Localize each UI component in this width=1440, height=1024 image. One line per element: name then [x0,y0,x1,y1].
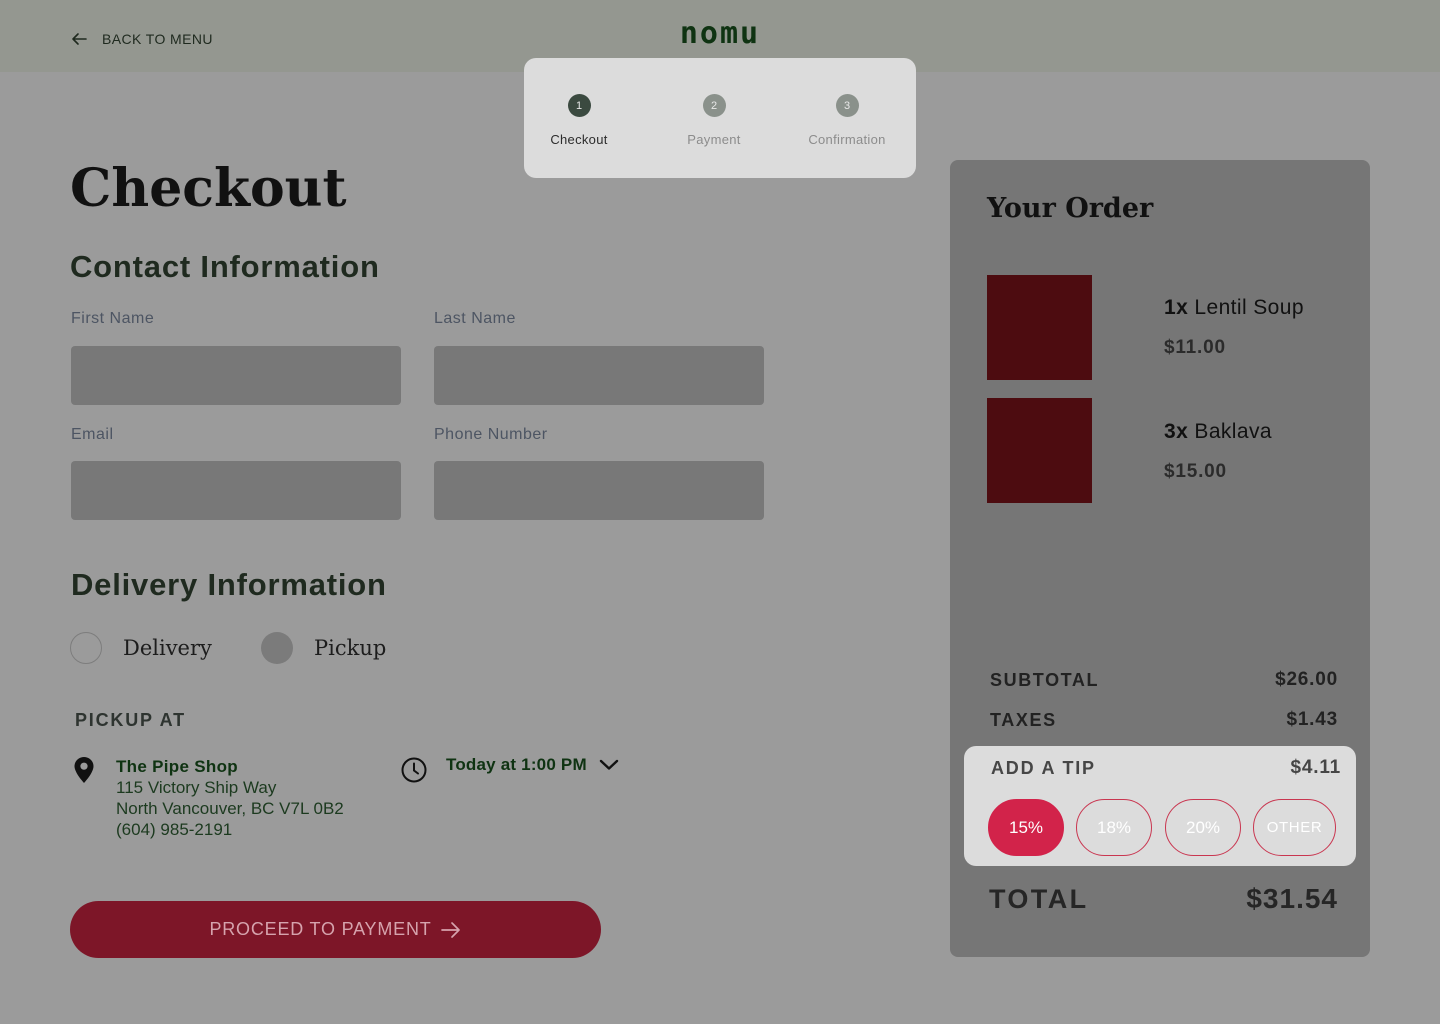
last-name-label: Last Name [434,310,516,327]
tip-option-15[interactable]: 15% [988,799,1064,856]
pickup-option-label: Pickup [314,636,387,660]
tip-option-20[interactable]: 20% [1165,799,1241,856]
subtotal-label: SUBTOTAL [990,670,1100,690]
tip-option-other[interactable]: OTHER [1253,799,1336,856]
delivery-information-heading: Delivery Information [71,567,387,602]
order-item-name: 3x Baklava [1164,420,1272,444]
step-number: 1 [567,94,591,117]
proceed-to-payment-button[interactable]: PROCEED TO PAYMENT [70,901,601,958]
page-title: Checkout [70,158,347,219]
item-image [987,398,1092,503]
contact-information-heading: Contact Information [70,249,380,284]
item-quantity: 1x [1164,296,1189,319]
step-label: Payment [687,132,741,147]
arrow-right-icon [440,921,460,938]
step-payment: 2 Payment [654,94,774,147]
pickup-location: The Pipe Shop 115 Victory Ship Way North… [116,756,344,840]
taxes-value: $1.43 [1286,709,1338,730]
proceed-label: PROCEED TO PAYMENT [209,919,432,939]
order-item-price: $15.00 [1164,461,1227,482]
taxes-label: TAXES [990,710,1057,730]
step-number: 2 [702,94,726,117]
email-label: Email [71,426,114,443]
checkout-stepper: 1 Checkout 2 Payment 3 Confirmation [524,58,916,178]
subtotal-value: $26.00 [1275,669,1338,690]
your-order-heading: Your Order [987,193,1154,224]
step-checkout: 1 Checkout [519,94,639,147]
shop-address-line2: North Vancouver, BC V7L 0B2 [116,799,344,818]
phone-number-label: Phone Number [434,426,548,443]
chevron-down-icon [599,759,619,770]
total-label: TOTAL [989,884,1089,914]
order-item-price: $11.00 [1164,337,1226,358]
tip-card: ADD A TIP $4.11 15% 18% 20% OTHER [964,746,1356,866]
order-item-name: 1x Lentil Soup [1164,296,1304,320]
step-confirmation: 3 Confirmation [787,94,907,147]
pickup-time-select[interactable]: Today at 1:00 PM [446,755,619,775]
phone-number-input[interactable] [434,461,764,520]
item-title: Baklava [1194,420,1272,443]
delivery-radio[interactable] [70,632,102,664]
delivery-option[interactable]: Delivery [70,632,212,664]
pickup-option[interactable]: Pickup [261,632,386,664]
email-input[interactable] [71,461,401,520]
delivery-option-label: Delivery [123,636,212,660]
shop-phone: (604) 985-2191 [116,820,233,839]
clock-icon [401,757,427,783]
last-name-input[interactable] [434,346,764,405]
step-label: Checkout [550,132,608,147]
pickup-time-value: Today at 1:00 PM [446,755,587,774]
item-title: Lentil Soup [1194,296,1304,319]
tip-option-18[interactable]: 18% [1076,799,1152,856]
item-image [987,275,1092,380]
shop-name: The Pipe Shop [116,757,238,776]
shop-address-line1: 115 Victory Ship Way [116,778,277,797]
first-name-input[interactable] [71,346,401,405]
pickup-at-heading: PICKUP AT [75,710,186,730]
first-name-label: First Name [71,310,155,327]
add-a-tip-label: ADD A TIP [991,758,1096,778]
pickup-radio[interactable] [261,632,293,664]
logo[interactable]: nomu [0,16,1440,51]
tip-amount: $4.11 [1290,757,1341,778]
location-pin-icon [74,757,94,783]
step-label: Confirmation [808,132,886,147]
step-number: 3 [835,94,859,117]
total-value: $31.54 [1246,883,1338,914]
item-quantity: 3x [1164,420,1189,443]
